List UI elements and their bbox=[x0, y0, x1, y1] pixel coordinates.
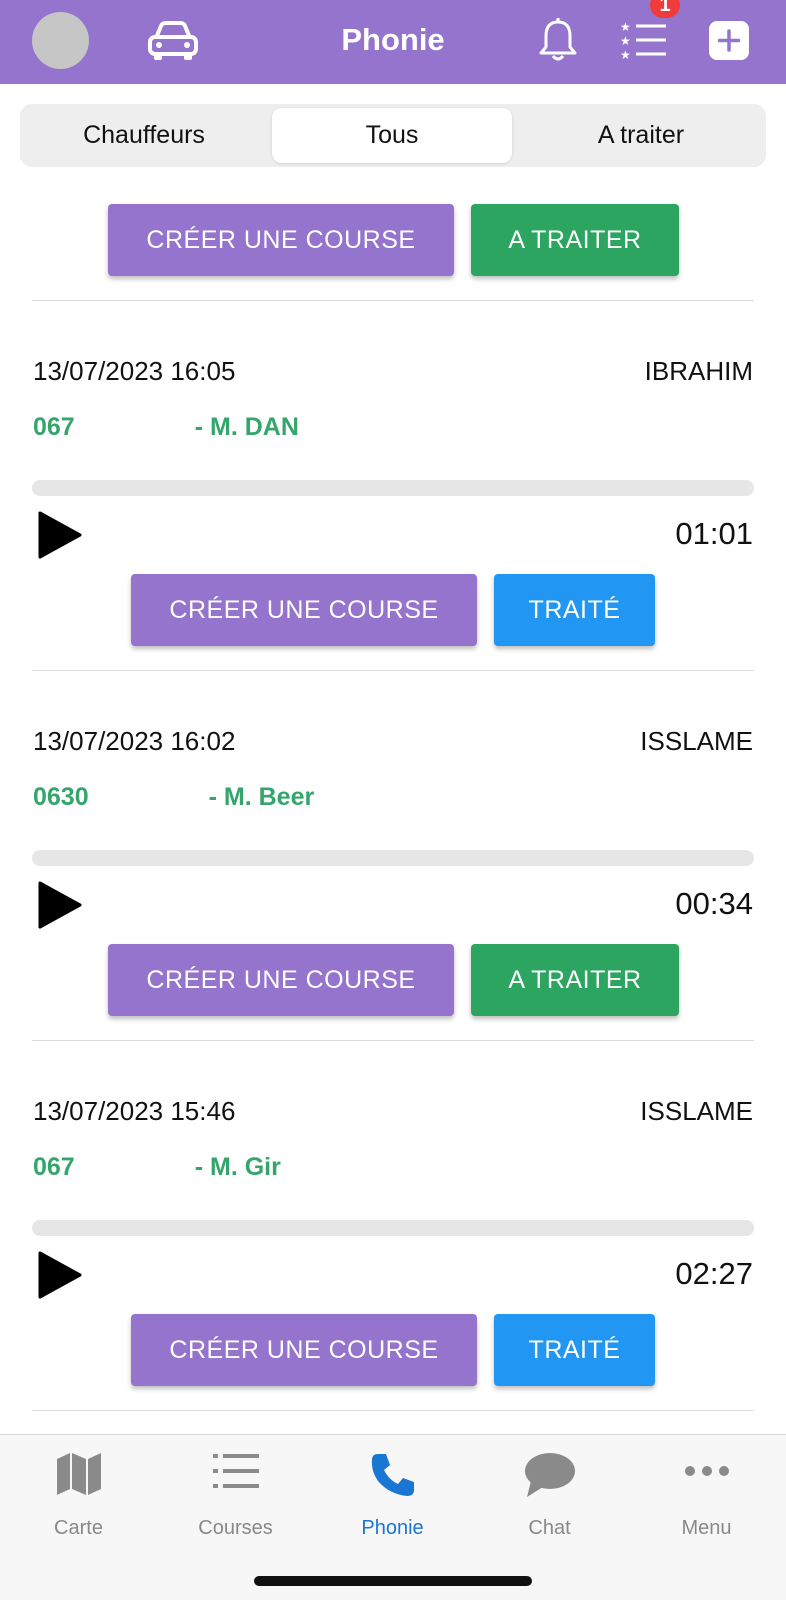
svg-text:★: ★ bbox=[620, 20, 631, 34]
call-duration: 00:34 bbox=[675, 886, 753, 921]
call-card: 13/07/2023 16:02 ISSLAME 0630 - M. Beer 0… bbox=[0, 682, 786, 1052]
phone-icon bbox=[371, 1454, 414, 1496]
list-icon bbox=[212, 1454, 259, 1488]
nav-label: Phonie bbox=[361, 1517, 424, 1539]
nav-label: Courses bbox=[198, 1517, 273, 1539]
divider bbox=[32, 1040, 754, 1041]
divider bbox=[32, 670, 754, 671]
phone-prefix: 067 bbox=[33, 413, 75, 441]
nav-label: Carte bbox=[54, 1517, 103, 1539]
create-course-button[interactable]: CRÉER UNE COURSE bbox=[131, 574, 477, 646]
tab-tous[interactable]: Tous bbox=[272, 108, 512, 163]
caller-info[interactable]: 067 - M. Gir bbox=[33, 1153, 281, 1182]
home-indicator[interactable] bbox=[254, 1576, 532, 1586]
play-icon[interactable] bbox=[37, 510, 83, 560]
nav-item-courses[interactable]: Courses bbox=[157, 1435, 314, 1545]
client-name: - M. DAN bbox=[194, 413, 299, 441]
create-course-button[interactable]: CRÉER UNE COURSE bbox=[131, 1314, 477, 1386]
phone-prefix: 0630 bbox=[33, 783, 89, 811]
divider bbox=[32, 1410, 754, 1411]
svg-text:★: ★ bbox=[620, 34, 631, 48]
plus-icon bbox=[717, 29, 741, 52]
nav-item-chat[interactable]: Chat bbox=[471, 1435, 628, 1545]
call-duration: 01:01 bbox=[675, 516, 753, 551]
driver-list-icon[interactable]: ★ ★ ★ bbox=[620, 20, 668, 60]
nav-item-carte[interactable]: Carte bbox=[0, 1435, 157, 1545]
call-datetime: 13/07/2023 16:02 bbox=[33, 726, 236, 756]
traite-button[interactable]: TRAITÉ bbox=[494, 574, 655, 646]
a-traiter-button[interactable]: A TRAITER bbox=[471, 204, 679, 276]
caller-info[interactable]: 067 - M. DAN bbox=[33, 413, 299, 442]
create-course-button[interactable]: CRÉER UNE COURSE bbox=[108, 204, 454, 276]
driver-name: ISSLAME bbox=[640, 1096, 753, 1126]
client-name: - M. Gir bbox=[194, 1153, 281, 1181]
divider bbox=[32, 300, 754, 301]
caller-info[interactable]: 0630 - M. Beer bbox=[33, 783, 314, 812]
driver-name: IBRAHIM bbox=[644, 356, 753, 386]
play-icon[interactable] bbox=[37, 880, 83, 930]
page-title: Phonie bbox=[341, 22, 445, 57]
nav-item-phonie[interactable]: Phonie bbox=[314, 1435, 471, 1545]
play-icon[interactable] bbox=[37, 1250, 83, 1300]
client-name: - M. Beer bbox=[208, 783, 315, 811]
map-icon bbox=[56, 1453, 101, 1495]
nav-label: Chat bbox=[528, 1517, 571, 1539]
driver-name: ISSLAME bbox=[640, 726, 753, 756]
bell-icon[interactable] bbox=[536, 17, 580, 63]
nav-item-menu[interactable]: Menu bbox=[628, 1435, 785, 1545]
create-course-button[interactable]: CRÉER UNE COURSE bbox=[108, 944, 454, 1016]
nav-label: Menu bbox=[681, 1517, 732, 1539]
call-datetime: 13/07/2023 16:05 bbox=[33, 356, 236, 386]
tab-a-traiter[interactable]: A traiter bbox=[520, 108, 762, 163]
add-button[interactable] bbox=[709, 21, 749, 60]
call-card: 13/07/2023 16:05 IBRAHIM 067 - M. DAN 01:… bbox=[0, 312, 786, 682]
traite-button[interactable]: TRAITÉ bbox=[494, 1314, 655, 1386]
tab-chauffeurs[interactable]: Chauffeurs bbox=[24, 108, 264, 163]
chat-bubble-icon bbox=[524, 1453, 575, 1497]
filter-segmented-control: Chauffeurs Tous A traiter bbox=[20, 104, 766, 167]
a-traiter-button[interactable]: A TRAITER bbox=[471, 944, 679, 1016]
app-header: Phonie ★ ★ ★ 1 bbox=[0, 0, 786, 84]
audio-progress-bar[interactable] bbox=[32, 480, 754, 496]
audio-progress-bar[interactable] bbox=[32, 1220, 754, 1236]
call-card: 13/07/2023 15:46 ISSLAME 067 - M. Gir 02:… bbox=[0, 1052, 786, 1422]
phone-prefix: 067 bbox=[33, 1153, 75, 1181]
call-duration: 02:27 bbox=[675, 1256, 753, 1291]
svg-text:★: ★ bbox=[620, 48, 631, 60]
more-dots-icon bbox=[684, 1466, 729, 1476]
notification-badge: 1 bbox=[650, 0, 680, 18]
audio-progress-bar[interactable] bbox=[32, 850, 754, 866]
call-datetime: 13/07/2023 15:46 bbox=[33, 1096, 236, 1126]
